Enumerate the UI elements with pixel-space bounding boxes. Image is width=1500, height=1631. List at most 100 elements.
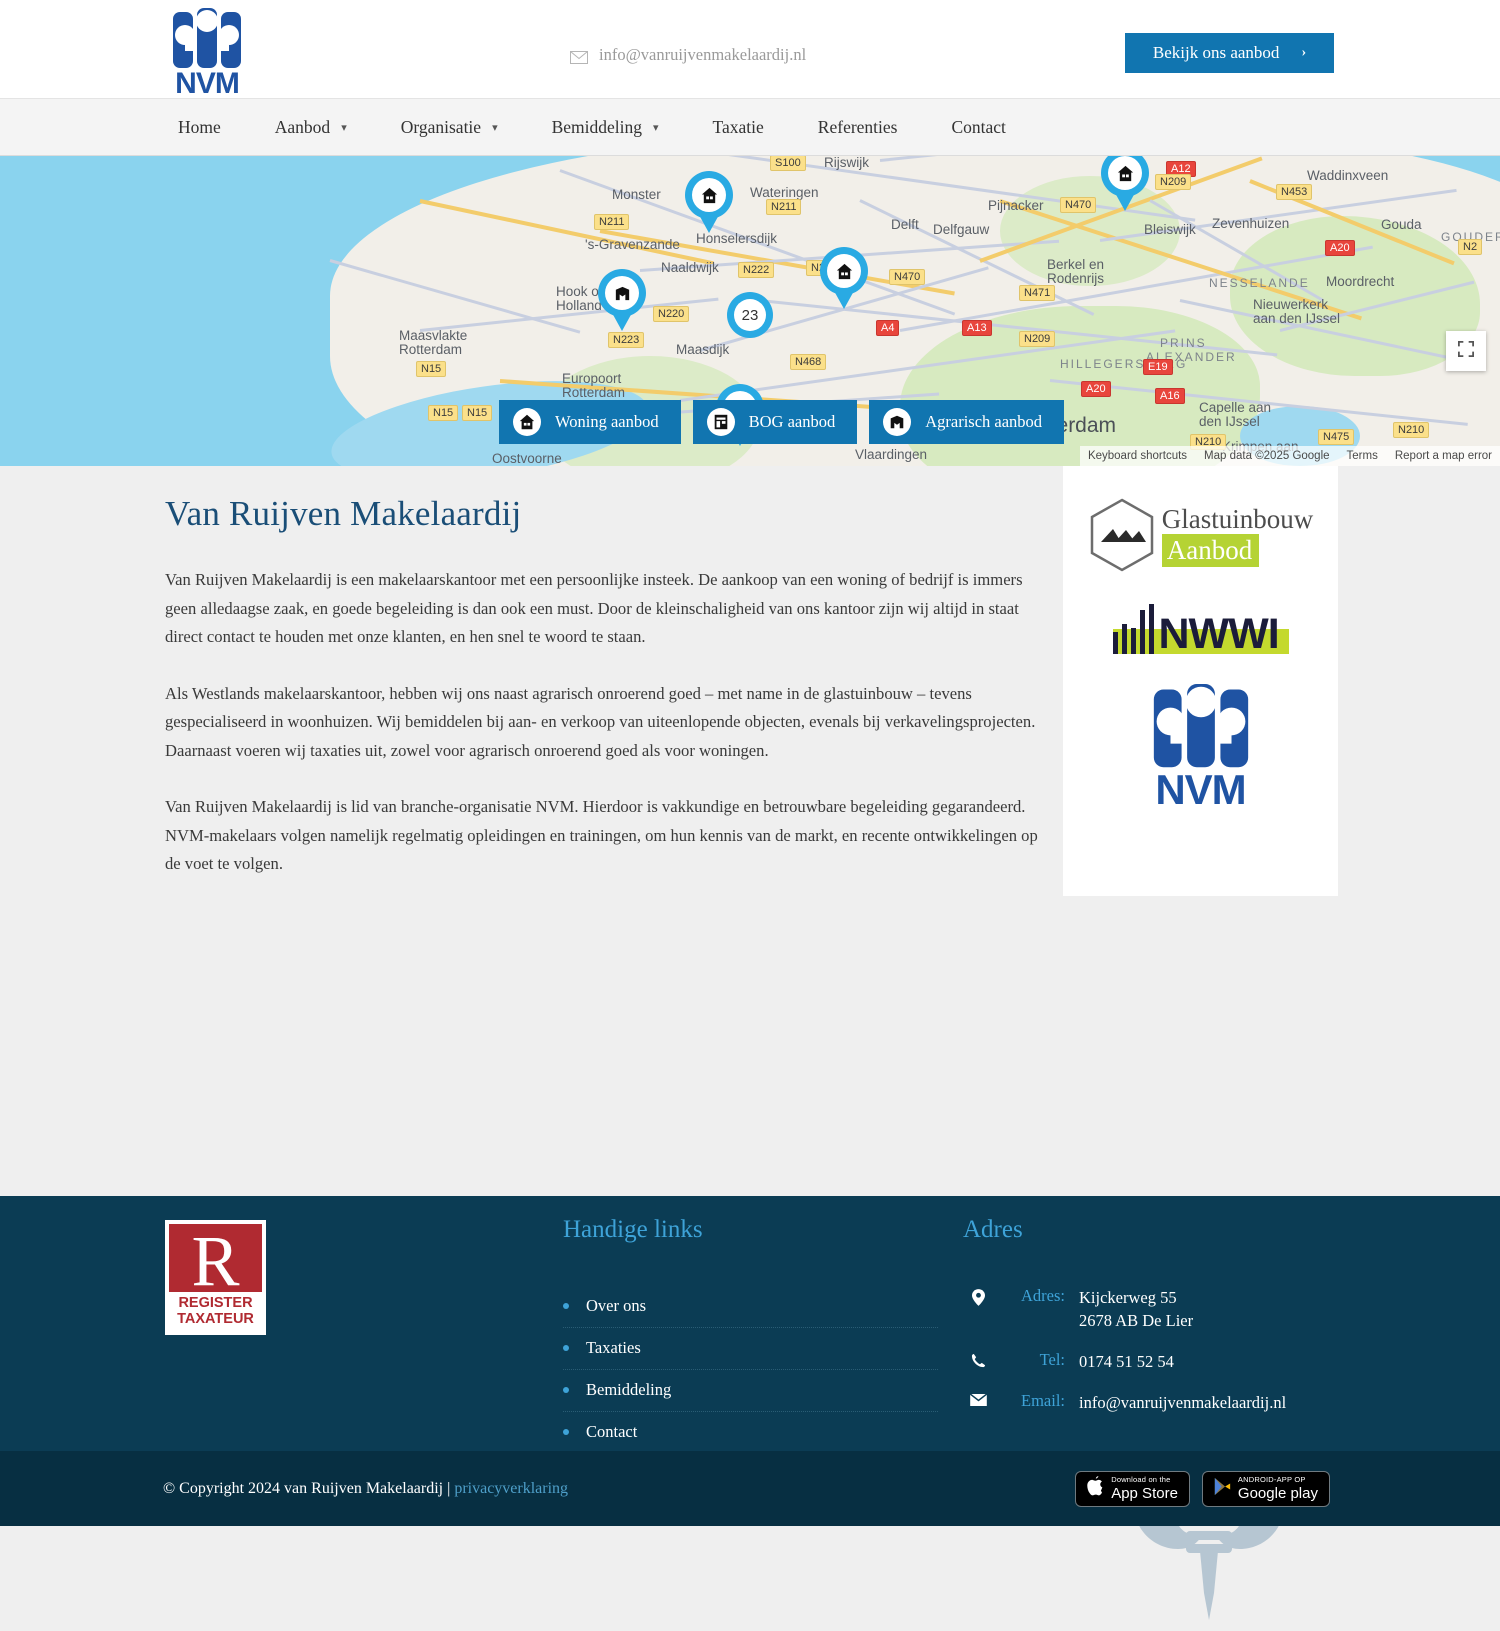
- nav-item-aanbod[interactable]: Aanbod ▾: [248, 99, 374, 155]
- map-data-text: Map data ©2025 Google: [1204, 450, 1329, 462]
- map-label: Rijswijk: [824, 156, 869, 170]
- footer-link-label: Over ons: [586, 1296, 646, 1316]
- cluster-count: 23: [734, 299, 766, 331]
- address-line-2: 2678 AB De Lier: [1079, 1311, 1193, 1330]
- footer-link-contact[interactable]: Contact: [563, 1412, 938, 1453]
- map-label: Vlaardingen: [855, 447, 927, 462]
- footer-link-label: Taxaties: [586, 1338, 641, 1358]
- main-content-area: Van Ruijven Makelaardij Van Ruijven Make…: [0, 466, 1500, 1196]
- envelope-icon: [570, 49, 588, 62]
- bullet-icon: [563, 1429, 569, 1435]
- nav-label: Home: [178, 117, 221, 138]
- map-marker[interactable]: [685, 171, 733, 233]
- road-shield: N470: [889, 269, 925, 285]
- register-taxateur-logo: R REGISTER TAXATEUR: [165, 1220, 266, 1335]
- register-letter: R: [169, 1225, 262, 1297]
- map-label: Rotterdam: [399, 342, 462, 357]
- map-label: aan den IJssel: [1253, 311, 1340, 326]
- nwwi-bars-icon: [1113, 602, 1154, 654]
- copyright-text: © Copyright 2024 van Ruijven Makelaardij…: [163, 1480, 454, 1497]
- privacy-link[interactable]: privacyverklaring: [454, 1480, 568, 1497]
- cta-label: Bekijk ons aanbod: [1153, 43, 1280, 63]
- map-marker-cluster[interactable]: 23: [727, 292, 773, 338]
- map-label: Zevenhuizen: [1212, 216, 1289, 231]
- google-map[interactable]: MonsterWateringenRijswijkDelftDelfgauwPi…: [0, 156, 1500, 466]
- map-marker[interactable]: [820, 247, 868, 309]
- map-label: Berkel en: [1047, 257, 1104, 272]
- report-map-error-link[interactable]: Report a map error: [1395, 450, 1492, 462]
- nav-label: Referenties: [818, 117, 898, 138]
- bog-aanbod-button[interactable]: BOG aanbod: [693, 400, 858, 444]
- footer-link-over-ons[interactable]: Over ons: [563, 1286, 938, 1328]
- map-label: Delfgauw: [933, 222, 989, 237]
- map-label: NESSELANDE: [1209, 276, 1310, 290]
- footer-link-label: Bemiddeling: [586, 1380, 671, 1400]
- map-label: Waddinxveen: [1307, 168, 1388, 183]
- map-marker[interactable]: [1101, 156, 1149, 211]
- about-paragraph-1: Van Ruijven Makelaardij is een makelaars…: [165, 566, 1040, 652]
- road-shield: N2: [1458, 239, 1482, 255]
- barn-icon: [605, 276, 639, 310]
- about-paragraph-2: Als Westlands makelaarskantoor, hebben w…: [165, 680, 1040, 766]
- road-shield: N15: [428, 405, 458, 421]
- google-play-badge[interactable]: ANDROID-APP OP Google play: [1202, 1471, 1330, 1507]
- map-cta-label: BOG aanbod: [749, 412, 836, 432]
- nav-item-organisatie[interactable]: Organisatie ▾: [374, 99, 525, 155]
- house-icon: [1108, 156, 1142, 190]
- bullet-icon: [563, 1387, 569, 1393]
- site-footer: R REGISTER TAXATEUR Handige links Over o…: [0, 1196, 1500, 1451]
- top-header-bar: NVM info@vanruijvenmakelaardij.nl Bekijk…: [0, 0, 1500, 98]
- map-fullscreen-button[interactable]: [1446, 331, 1486, 371]
- nwwi-logo[interactable]: NWWI: [1113, 602, 1289, 654]
- map-label: Bleiswijk: [1144, 222, 1196, 237]
- phone-icon: [963, 1350, 993, 1368]
- app-store-badge[interactable]: Download on the App Store: [1075, 1471, 1190, 1507]
- map-attribution: Keyboard shortcuts Map data ©2025 Google…: [1080, 446, 1500, 466]
- glastuinbouw-line1: Glastuinbouw: [1162, 504, 1314, 534]
- road-shield: E19: [1143, 359, 1173, 375]
- map-cta-buttons: Woning aanbod BOG aanbod Agrarisch aanbo…: [499, 400, 1064, 444]
- keyboard-shortcuts-link[interactable]: Keyboard shortcuts: [1088, 450, 1187, 462]
- nvm-mark-icon: [1151, 684, 1251, 770]
- email-label: Email:: [993, 1391, 1065, 1411]
- map-cta-label: Woning aanbod: [555, 412, 659, 432]
- header-email[interactable]: info@vanruijvenmakelaardij.nl: [570, 45, 806, 65]
- nvm-logo-header[interactable]: NVM: [167, 8, 247, 96]
- nav-item-referenties[interactable]: Referenties: [791, 99, 925, 155]
- nav-item-bemiddeling[interactable]: Bemiddeling ▾: [525, 99, 686, 155]
- footer-address-heading: Adres: [963, 1216, 1363, 1244]
- about-content: Van Ruijven Makelaardij Van Ruijven Make…: [165, 494, 1040, 907]
- road-shield: S100: [770, 156, 806, 171]
- nvm-wordmark: NVM: [1142, 771, 1260, 809]
- nav-item-contact[interactable]: Contact: [924, 99, 1032, 155]
- nvm-mark-icon: [171, 8, 243, 70]
- email-value[interactable]: info@vanruijvenmakelaardij.nl: [1065, 1391, 1286, 1414]
- location-pin-icon: [963, 1286, 993, 1306]
- view-offerings-button[interactable]: Bekijk ons aanbod ›: [1125, 33, 1334, 73]
- footer-link-taxaties[interactable]: Taxaties: [563, 1328, 938, 1370]
- map-label: Delft: [891, 217, 919, 232]
- road-shield: N471: [1019, 285, 1055, 301]
- map-marker[interactable]: [598, 269, 646, 331]
- chevron-down-icon: ▾: [653, 121, 659, 134]
- map-label: Capelle aan: [1199, 400, 1271, 415]
- agrarisch-aanbod-button[interactable]: Agrarisch aanbod: [869, 400, 1064, 444]
- road-shield: N15: [462, 405, 492, 421]
- glastuinbouw-aanbod-logo[interactable]: Glastuinbouw Aanbod: [1088, 498, 1314, 572]
- map-label: Nieuwerkerk: [1253, 297, 1328, 312]
- chevron-down-icon: ▾: [492, 121, 498, 134]
- map-label: Rotterdam: [562, 385, 625, 400]
- terms-link[interactable]: Terms: [1347, 450, 1378, 462]
- nav-label: Taxatie: [713, 117, 764, 138]
- phone-value[interactable]: 0174 51 52 54: [1065, 1350, 1174, 1373]
- footer-link-bemiddeling[interactable]: Bemiddeling: [563, 1370, 938, 1412]
- nav-item-home[interactable]: Home: [178, 99, 248, 155]
- app-badges: Download on the App Store ANDROID-APP OP…: [1075, 1471, 1330, 1507]
- nav-item-taxatie[interactable]: Taxatie: [686, 99, 791, 155]
- nvm-logo-sidebar[interactable]: NVM: [1142, 684, 1260, 809]
- nav-label: Aanbod: [275, 117, 330, 138]
- fullscreen-icon: [1458, 341, 1474, 362]
- bullet-icon: [563, 1345, 569, 1351]
- woning-aanbod-button[interactable]: Woning aanbod: [499, 400, 681, 444]
- road-shield: N209: [1019, 331, 1055, 347]
